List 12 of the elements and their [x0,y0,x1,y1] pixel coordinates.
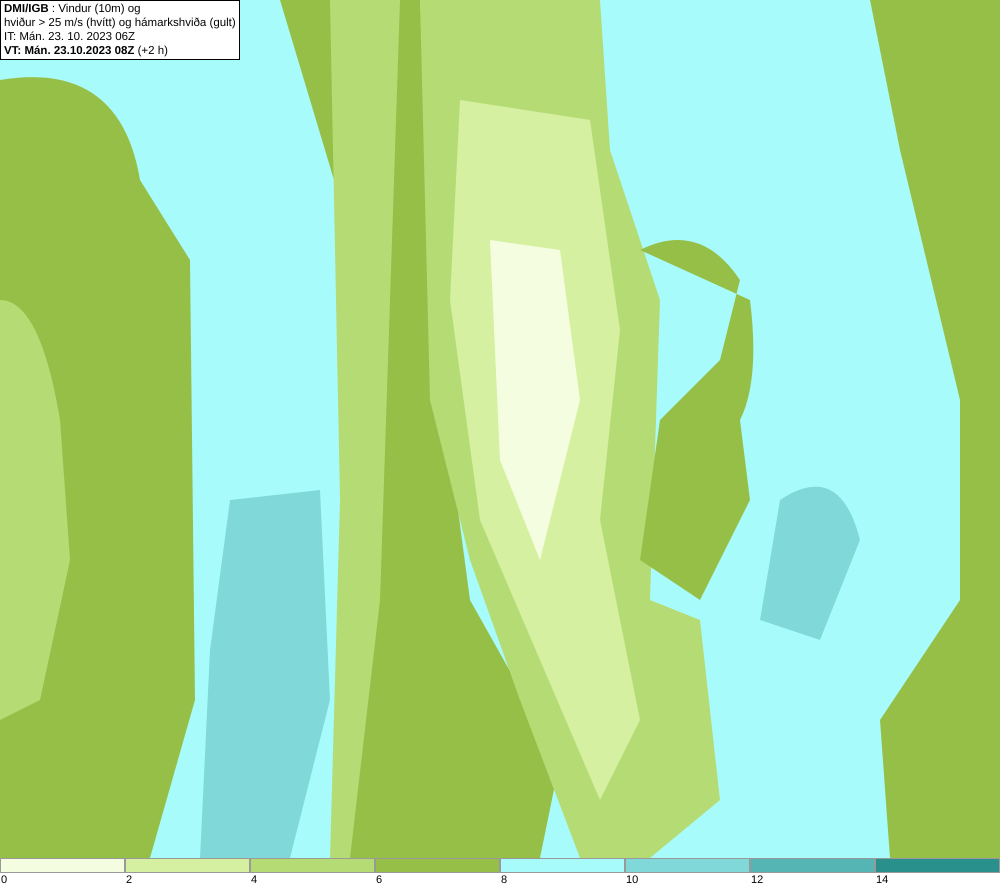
legend-tick-label: 14 [875,873,890,887]
legend-tick-label: 0 [0,873,8,887]
legend-tick-label: 2 [125,873,134,887]
legend-tick-label: 12 [750,873,764,887]
legend-tick-label: 4 [250,873,258,887]
header-line: IT: Mán. 23. 10. 2023 06Z [4,30,136,44]
header-line: VT: Mán. 23.10.2023 08Z (+2 h) [4,44,169,58]
legend-tick-label: 6 [375,873,384,887]
header-line: DMI/IGB : Vindur (10m) og [4,2,142,16]
legend-tick-label: 10 [625,873,640,887]
legend-tick-label: 8 [500,873,508,887]
header-line: hviður > 25 m/s (hvítt) og hámarkshviða (gult) [4,16,236,30]
